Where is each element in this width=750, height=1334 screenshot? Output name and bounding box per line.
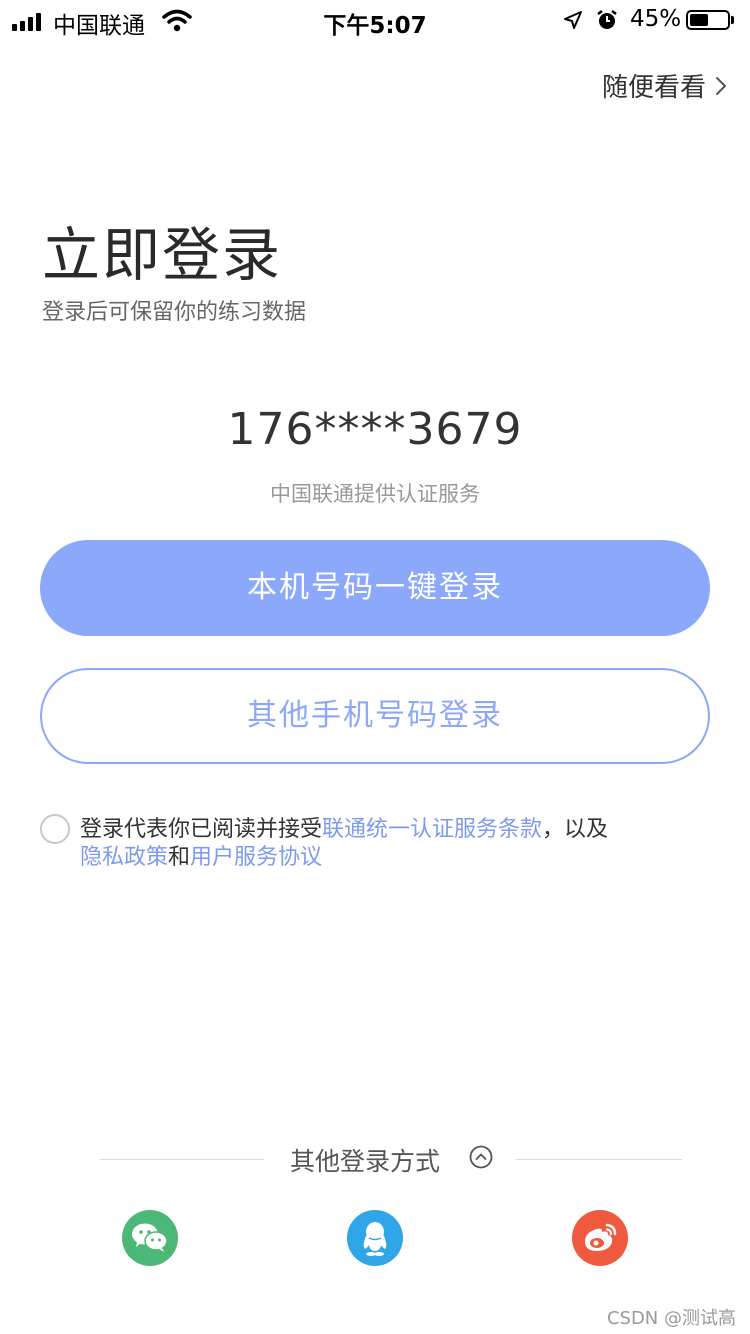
provider-note: 中国联通提供认证服务	[270, 482, 480, 506]
agreement-checkbox[interactable]	[40, 814, 70, 844]
battery-icon	[686, 10, 730, 30]
wechat-login-button[interactable]	[122, 1210, 178, 1266]
qq-icon	[363, 1222, 387, 1256]
weibo-icon	[585, 1223, 617, 1251]
chevron-right-icon	[716, 76, 726, 95]
one-click-login-button[interactable]: 本机号码一键登录	[40, 540, 710, 636]
chevron-up-circle-icon[interactable]	[469, 1145, 493, 1169]
location-arrow-icon	[564, 11, 582, 29]
alarm-icon	[597, 10, 617, 29]
divider-right	[516, 1159, 682, 1160]
agreement-separator: ，以及	[542, 817, 609, 842]
status-bar: 中国联通 下午5:07 45%	[0, 0, 750, 40]
agreement-text: 登录代表你已阅读并接受联通统一认证服务条款，以及隐私政策和用户服务协议	[80, 816, 700, 872]
masked-phone-number: 176****3679	[227, 404, 523, 455]
agreement-prefix: 登录代表你已阅读并接受	[80, 817, 323, 842]
browse-skip-link[interactable]: 随便看看	[602, 67, 728, 104]
other-login-label[interactable]: 其他登录方式	[290, 1142, 440, 1178]
wechat-icon	[132, 1223, 168, 1252]
divider-left	[100, 1159, 264, 1160]
privacy-policy-link[interactable]: 隐私政策	[80, 845, 168, 870]
watermark: CSDN @测试高	[606, 1308, 736, 1329]
qq-login-button[interactable]	[347, 1210, 403, 1266]
browse-skip-label: 随便看看	[601, 73, 706, 103]
other-phone-login-button[interactable]: 其他手机号码登录	[40, 668, 710, 764]
battery-percent: 45%	[630, 6, 682, 32]
weibo-login-button[interactable]	[572, 1210, 628, 1266]
page-title: 立即登录	[42, 221, 283, 289]
other-login-row: 其他登录方式	[0, 1140, 750, 1180]
battery-tip	[731, 16, 734, 24]
user-agreement-link[interactable]: 用户服务协议	[190, 845, 322, 870]
page-subtitle: 登录后可保留你的练习数据	[42, 300, 307, 325]
agreement-and: 和	[168, 845, 191, 870]
unicom-terms-link[interactable]: 联通统一认证服务条款	[322, 817, 542, 842]
